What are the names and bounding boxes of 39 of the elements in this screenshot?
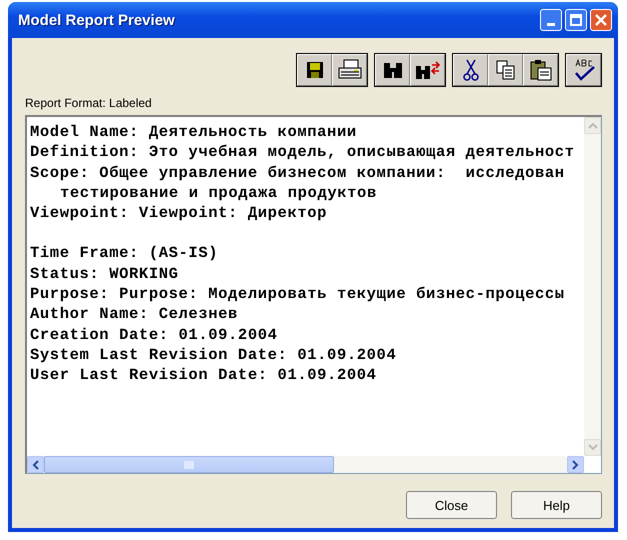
report-format-label: Report Format: Labeled xyxy=(25,96,153,110)
report-line: Time Frame: (AS-IS) xyxy=(30,243,218,264)
cut-button[interactable] xyxy=(453,54,488,86)
minimize-icon xyxy=(547,22,555,26)
help-button[interactable]: Help xyxy=(511,491,602,519)
minimize-button[interactable] xyxy=(540,9,562,31)
copy-button[interactable] xyxy=(488,54,523,86)
save-button[interactable] xyxy=(297,54,332,86)
scroll-right-button[interactable] xyxy=(567,456,584,473)
report-line: Viewpoint: Viewpoint: Директор xyxy=(30,203,328,224)
maximize-icon xyxy=(570,14,582,26)
horizontal-scrollbar[interactable] xyxy=(27,456,584,473)
scissors-icon xyxy=(462,59,478,81)
report-line: Definition: Это учебная модель, описывающая деятельност xyxy=(30,142,575,163)
report-line: Purpose: Purpose: Моделировать текущие бизнес-процессы xyxy=(30,284,565,304)
report-line: System Last Revision Date: 01.09.2004 xyxy=(30,344,396,366)
close-icon xyxy=(595,14,607,26)
grip-icon xyxy=(184,460,194,468)
maximize-button[interactable] xyxy=(565,9,587,31)
report-line: тестирование и продажа продуктов xyxy=(59,182,377,204)
report-line: Scope: Общее управление бизнесом компании: исследован xyxy=(30,162,565,183)
report-text-area[interactable] xyxy=(25,115,602,474)
copy-icon xyxy=(496,60,516,80)
binoculars-arrows-icon xyxy=(414,59,440,81)
report-line: User Last Revision Date: 01.09.2004 xyxy=(30,365,377,386)
report-line: Status: WORKING xyxy=(30,264,179,284)
close-button[interactable] xyxy=(590,9,612,31)
report-line: Creation Date: 01.09.2004 xyxy=(30,324,278,345)
paste-button[interactable] xyxy=(523,54,558,86)
replace-button[interactable] xyxy=(410,54,445,86)
scroll-thumb[interactable] xyxy=(44,456,334,473)
report-line: Model Name: Деятельность компании xyxy=(30,122,357,142)
clipboard-icon xyxy=(530,59,552,81)
print-button[interactable] xyxy=(332,54,367,86)
find-button[interactable] xyxy=(375,54,410,86)
window-title: Model Report Preview xyxy=(18,12,175,28)
report-line: Author Name: Селезнев xyxy=(30,304,238,325)
scroll-left-button[interactable] xyxy=(27,456,44,473)
close-dialog-button[interactable]: Close xyxy=(406,491,497,519)
